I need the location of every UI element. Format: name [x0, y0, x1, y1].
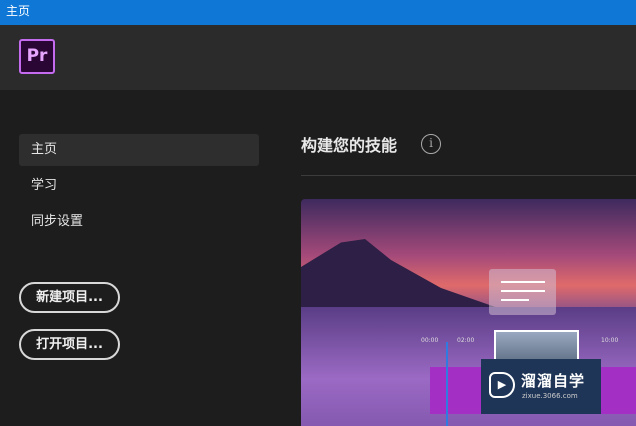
watermark-title: 溜溜自学	[521, 372, 586, 390]
caption-bubble-icon	[489, 269, 556, 315]
window-title: 主页	[0, 0, 636, 25]
mountain-image	[301, 239, 501, 309]
playhead	[446, 342, 448, 426]
divider	[301, 175, 636, 176]
open-project-button[interactable]: 打开项目...	[19, 329, 120, 360]
section-title: 构建您的技能	[301, 136, 398, 155]
play-logo-icon: ▶	[489, 372, 515, 398]
sidebar-item-home[interactable]: 主页	[19, 134, 259, 166]
timestamp: 10:00	[601, 337, 619, 344]
sidebar-item-sync-settings[interactable]: 同步设置	[19, 206, 259, 238]
watermark-subtitle: zixue.3066.com	[522, 392, 578, 400]
premiere-logo: Pr	[19, 39, 55, 74]
timestamp: 02:00	[457, 337, 475, 344]
watermark: ▶ 溜溜自学 zixue.3066.com	[481, 359, 601, 414]
info-icon[interactable]: i	[421, 134, 441, 154]
new-project-button[interactable]: 新建项目...	[19, 282, 120, 313]
sidebar-item-learn[interactable]: 学习	[19, 170, 259, 202]
timestamp: 00:00	[421, 337, 439, 344]
app-header: Pr	[0, 25, 636, 90]
